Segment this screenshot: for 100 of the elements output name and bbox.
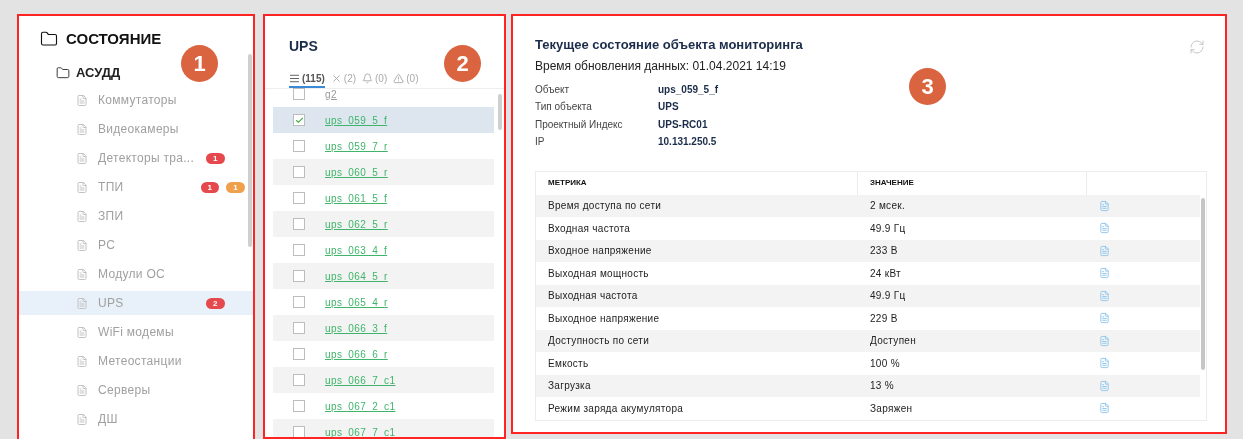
filter-tab[interactable]: (0) — [362, 70, 388, 88]
document-icon — [76, 122, 88, 136]
checkbox[interactable] — [293, 426, 305, 437]
table-cell-text: 24 кВт — [869, 266, 902, 281]
object-link[interactable]: ups_062_5_r — [325, 216, 388, 232]
field-value: 10.131.250.5 — [658, 135, 717, 150]
tree-item[interactable]: Детекторы тра... 1 — [19, 146, 253, 170]
field-value: UPS-RC01 — [658, 117, 708, 132]
scrollbar — [498, 94, 502, 130]
table-cell-text: Входная частота — [547, 221, 631, 236]
field-label: IP — [535, 135, 546, 150]
object-link[interactable]: ups_059_5_f — [325, 112, 388, 128]
list-icon — [289, 72, 300, 84]
object-link[interactable]: ups_067_7_c1 — [325, 424, 396, 437]
filter-tab[interactable]: (2) — [330, 70, 357, 88]
list-row[interactable]: ups_061_5_f — [273, 185, 494, 211]
object-link[interactable]: ups_066_6_r — [325, 346, 388, 362]
checkbox[interactable] — [293, 296, 305, 308]
table-cell-text: 100 % — [869, 356, 901, 371]
document-icon[interactable] — [1099, 379, 1110, 392]
document-icon[interactable] — [1099, 244, 1110, 257]
table-cell-text: Емкость — [547, 356, 590, 371]
list-row[interactable]: ups_066_3_f — [273, 315, 494, 341]
object-link[interactable]: ups_064_5_r — [325, 268, 388, 284]
checkbox[interactable] — [293, 88, 305, 100]
document-icon[interactable] — [1099, 199, 1110, 212]
list-row[interactable]: ups_059_7_r — [273, 133, 494, 159]
object-link[interactable]: ups_063_4_f — [325, 242, 388, 258]
count-badge: 1 — [226, 181, 245, 193]
table-cell-text: Время доступа по сети — [547, 199, 663, 214]
object-link[interactable]: ups_067_2_c1 — [325, 398, 396, 414]
tree-item[interactable]: Серверы — [19, 378, 253, 402]
table-cell-text: Входное напряжение — [547, 244, 653, 259]
column-header: ЗНАЧЕНИЕ — [858, 171, 1087, 195]
object-link[interactable]: ups_066_3_f — [325, 320, 388, 336]
checkbox[interactable] — [293, 322, 305, 334]
document-icon — [76, 383, 88, 397]
list-row[interactable]: ups_064_5_r — [273, 263, 494, 289]
refresh-icon — [1189, 39, 1205, 55]
list-row[interactable]: ups_062_5_r — [273, 211, 494, 237]
tree-item[interactable]: Модули ОС — [19, 262, 253, 286]
tree-item[interactable]: UPS 2 — [19, 291, 253, 315]
list-row[interactable]: ups_065_4_r — [273, 289, 494, 315]
tree-folder[interactable]: СОСТОЯНИЕ — [40, 28, 162, 50]
object-link[interactable]: ups_059_7_r — [325, 138, 388, 154]
document-icon[interactable] — [1099, 222, 1110, 235]
document-icon[interactable] — [1099, 289, 1110, 302]
checkbox[interactable] — [293, 114, 305, 126]
checkbox[interactable] — [293, 192, 305, 204]
checkbox[interactable] — [293, 244, 305, 256]
list-row[interactable]: ups_060_5_r — [273, 159, 494, 185]
list-row[interactable]: ups_067_2_c1 — [273, 393, 494, 419]
document-icon — [76, 412, 88, 426]
checkbox[interactable] — [293, 348, 305, 360]
warning-icon — [393, 72, 405, 84]
checkbox[interactable] — [293, 270, 305, 282]
list-row[interactable]: ups_067_7_c1 — [273, 419, 494, 437]
checkbox[interactable] — [293, 218, 305, 230]
object-link[interactable]: ups_065_4_r — [325, 294, 388, 310]
count-badge: 1 — [200, 181, 220, 193]
object-link[interactable]: ups_060_5_r — [325, 164, 388, 180]
tree-item[interactable]: Видеокамеры — [19, 117, 253, 141]
tree-folder[interactable]: АСУДД — [56, 63, 121, 83]
checkbox[interactable] — [293, 166, 305, 178]
document-icon — [76, 325, 88, 339]
table-cell-text: Доступен — [869, 334, 918, 349]
tree-item[interactable]: ДШ — [19, 407, 253, 431]
table-cell-text: 229 В — [869, 311, 899, 326]
table-cell-text: Выходная мощность — [547, 266, 650, 281]
object-link[interactable]: ups_066_7_c1 — [325, 372, 396, 388]
document-icon[interactable] — [1099, 312, 1110, 325]
field-label: Объект — [535, 82, 571, 97]
document-icon[interactable] — [1099, 357, 1110, 370]
document-icon — [76, 93, 88, 107]
table-cell-text: Выходное напряжение — [547, 311, 661, 326]
object-link[interactable]: ups_061_5_f — [325, 190, 388, 206]
tree-item[interactable]: ЗПИ — [19, 204, 253, 228]
document-icon[interactable] — [1099, 334, 1110, 347]
checkbox[interactable] — [293, 400, 305, 412]
tree-item[interactable]: ТПИ 1 1 — [19, 175, 253, 199]
document-icon — [76, 296, 88, 310]
list-row[interactable]: ups_063_4_f — [273, 237, 494, 263]
folder-icon — [40, 30, 58, 48]
field-value: ups_059_5_f — [658, 82, 719, 97]
tree-item[interactable]: Метеостанции — [19, 349, 253, 373]
count-badge: 2 — [206, 297, 225, 309]
table-cell-text: Выходная частота — [547, 289, 639, 304]
list-row[interactable]: ups_066_7_c1 — [273, 367, 494, 393]
checkbox[interactable] — [293, 374, 305, 386]
table-cell-text: Доступность по сети — [547, 334, 651, 349]
tree-item[interactable]: РС — [19, 233, 253, 257]
object-link[interactable]: g2 — [325, 86, 337, 102]
tree-item[interactable]: Коммутаторы — [19, 88, 253, 112]
checkbox[interactable] — [293, 140, 305, 152]
document-icon[interactable] — [1099, 267, 1110, 280]
filter-tab[interactable]: (0) — [393, 70, 419, 88]
list-row[interactable]: ups_066_6_r — [273, 341, 494, 367]
document-icon[interactable] — [1099, 402, 1110, 415]
list-row[interactable]: ups_059_5_f — [273, 107, 494, 133]
tree-item[interactable]: WiFi модемы — [19, 320, 253, 344]
